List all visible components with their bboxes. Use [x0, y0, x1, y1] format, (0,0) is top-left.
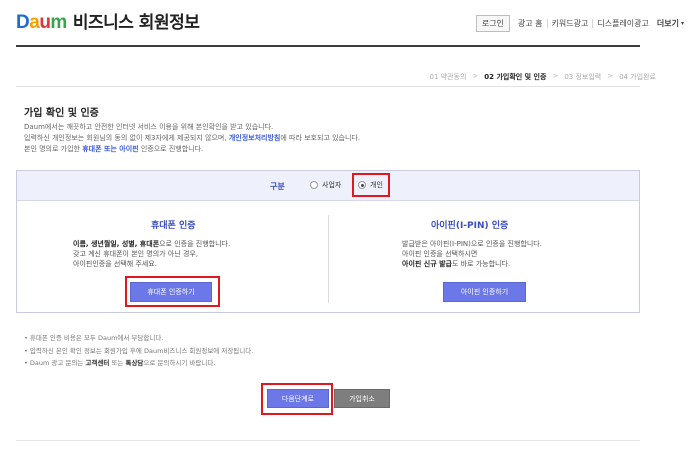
method-divider — [328, 215, 329, 303]
steps-divider — [16, 86, 640, 87]
logo-letter-d: D — [16, 12, 30, 33]
highlight-box-next — [261, 383, 333, 415]
description-text: 입력하신 개인정보는 회원님의 동의 없이 제3자에게 제공되지 않으며, — [24, 134, 229, 142]
step-complete: 04 가입완료 — [619, 73, 656, 81]
section-title: 가입 확인 및 인증 — [24, 108, 99, 119]
description-text: 본인 명의로 가입한 — [24, 145, 83, 153]
cancel-signup-button[interactable]: 가입취소 — [334, 389, 390, 408]
notes-list: • 휴대폰 인증 비용은 모두 Daum에서 부담합니다. • 입력하신 본인 … — [24, 332, 253, 370]
page-title: 비즈니스 회원정보 — [72, 13, 200, 33]
note-text: 으로 문의하시기 바랍니다. — [143, 359, 216, 367]
note-item: • Daum 광고 문의는 고객센터 또는 톡상담으로 문의하시기 바랍니다. — [24, 357, 253, 370]
ipin-auth-desc-line-3: 아이핀 신규 발급도 바로 가능합니다. — [402, 259, 632, 269]
radio-business-icon[interactable] — [310, 181, 318, 189]
ipin-auth-desc-bold: 아이핀 신규 발급 — [402, 260, 452, 268]
step-verify: 02 가입확인 및 인증 — [484, 73, 547, 81]
nav-link-keyword-ad[interactable]: 키워드광고 — [546, 19, 593, 28]
nav-link-display-ad[interactable]: 디스플레이광고 — [592, 19, 653, 28]
step-info: 03 정보입력 — [564, 73, 602, 81]
daum-logo[interactable]: Daum 비즈니스 회원정보 — [16, 11, 200, 35]
header-divider — [16, 45, 640, 47]
description-text: 인증으로 진행합니다. — [138, 145, 204, 153]
member-type-label: 구분 — [270, 182, 285, 191]
description-line-1: Daum에서는 깨끗하고 안전한 인터넷 서비스 이용을 위해 본인확인을 받고… — [24, 123, 274, 131]
phone-auth-title: 휴대폰 인증 — [151, 221, 196, 231]
step-separator-icon: > — [607, 72, 614, 80]
caret-down-icon: ▾ — [680, 20, 684, 27]
note-item: • 입력하신 본인 확인 정보는 회원가입 후에 Daum비즈니스 회원정보에 … — [24, 346, 254, 355]
highlight-box-phone-auth — [125, 276, 220, 307]
phone-auth-description: 이름, 생년월일, 성별, 휴대폰으로 인증을 진행합니다. 갖고 계신 휴대폰… — [73, 239, 313, 269]
privacy-policy-link[interactable]: 개인정보처리방침 — [229, 134, 281, 142]
more-menu-button[interactable]: 더보기 ▾ — [657, 18, 684, 29]
note-item: • 휴대폰 인증 비용은 모두 Daum에서 부담합니다. — [24, 334, 164, 342]
phone-auth-desc-line-1: 이름, 생년월일, 성별, 휴대폰으로 인증을 진행합니다. — [73, 239, 313, 249]
customer-center-text: 고객센터 — [85, 359, 110, 367]
talk-consult-text: 톡상담 — [125, 359, 144, 367]
nav-link-ad-home[interactable]: 광고 홈 — [514, 19, 547, 28]
logo-letter-u: u — [39, 12, 51, 33]
logo-mark: Daum — [16, 11, 67, 35]
description-text: 에 따라 보호되고 있습니다. — [280, 134, 361, 142]
section-description: Daum에서는 깨끗하고 안전한 인터넷 서비스 이용을 위해 본인확인을 받고… — [24, 122, 360, 155]
login-button[interactable]: 로그인 — [475, 15, 510, 32]
logo-letter-a: a — [29, 12, 40, 33]
ipin-auth-desc-line-2: 아이핀 인증을 선택하시면 — [402, 250, 478, 258]
ipin-auth-title: 아이핀(I-PIN) 인증 — [431, 221, 509, 231]
top-navigation: 로그인 광고 홈 키워드광고 디스플레이광고 더보기 ▾ — [475, 15, 684, 32]
more-menu-label: 더보기 — [656, 19, 679, 28]
radio-business-label: 사업자 — [322, 181, 342, 189]
ipin-auth-button[interactable]: 아이핀 인증하기 — [443, 282, 526, 302]
verification-panel: 구분 사업자 개인 휴대폰 인증 이름, 생년월일, 성별, 휴대폰으로 인증을… — [16, 170, 640, 313]
step-separator-icon: > — [552, 72, 559, 80]
description-line-2: 입력하신 개인정보는 회원님의 동의 없이 제3자에게 제공되지 않으며, 개인… — [24, 133, 360, 144]
step-separator-icon: > — [472, 72, 479, 80]
phone-auth-desc-line-2: 갖고 계신 휴대폰이 본인 명의가 아닌 경우, — [73, 250, 199, 258]
phone-auth-desc-line-3: 아이핀인증을 선택해 주세요. — [73, 260, 157, 268]
note-text: • Daum 광고 문의는 — [24, 359, 86, 367]
logo-letter-m: m — [50, 12, 67, 33]
description-line-3: 본인 명의로 가입한 휴대폰 또는 아이핀 인증으로 진행합니다. — [24, 144, 360, 155]
member-type-row: 구분 사업자 개인 — [17, 171, 639, 201]
highlight-box-personal — [352, 173, 390, 197]
signup-steps: 01 약관동의 > 02 가입확인 및 인증 > 03 정보입력 > 04 가입… — [424, 72, 656, 82]
ipin-auth-desc-text: 도 바로 가능합니다. — [451, 260, 511, 268]
header: Daum 비즈니스 회원정보 로그인 광고 홈 키워드광고 디스플레이광고 더보… — [0, 0, 698, 46]
ipin-auth-description: 발급받은 아이핀(I-PIN)으로 인증을 진행합니다. 아이핀 인증을 선택하… — [402, 239, 632, 269]
step-terms: 01 약관동의 — [429, 73, 467, 81]
phone-auth-desc-text: 으로 인증을 진행합니다. — [159, 240, 231, 248]
phone-or-ipin-highlight: 휴대폰 또는 아이핀 — [82, 145, 139, 153]
radio-business[interactable]: 사업자 — [310, 180, 341, 190]
phone-auth-desc-bold: 이름, 생년월일, 성별, 휴대폰 — [73, 240, 160, 248]
footer-divider — [16, 440, 640, 441]
note-text: 또는 — [109, 359, 126, 367]
ipin-auth-desc-line-1: 발급받은 아이핀(I-PIN)으로 인증을 진행합니다. — [402, 240, 542, 248]
